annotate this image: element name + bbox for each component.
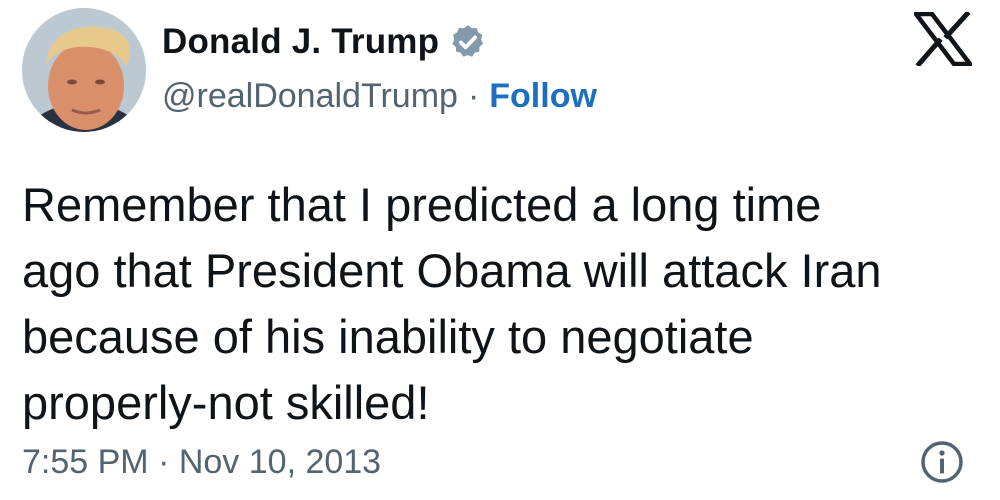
x-logo-icon[interactable] (914, 12, 972, 66)
avatar[interactable] (22, 8, 146, 132)
separator-dot: · (467, 76, 480, 115)
author-handle[interactable]: @realDonaldTrump (162, 77, 458, 116)
info-icon[interactable] (918, 438, 966, 486)
avatar-image (22, 8, 146, 132)
author-name-row: Donald J. Trump (162, 18, 487, 66)
verified-badge-icon (452, 25, 484, 57)
tweet-timestamp[interactable]: 7:55 PM · Nov 10, 2013 (22, 440, 381, 484)
tweet-text: Remember that I predicted a long time ag… (22, 178, 882, 429)
author-handle-row: @realDonaldTrump · Follow (162, 74, 597, 118)
tweet-card: Donald J. Trump @realDonaldTrump · Follo… (0, 0, 1000, 500)
author-display-name[interactable]: Donald J. Trump (162, 22, 439, 62)
follow-button[interactable]: Follow (489, 77, 597, 116)
